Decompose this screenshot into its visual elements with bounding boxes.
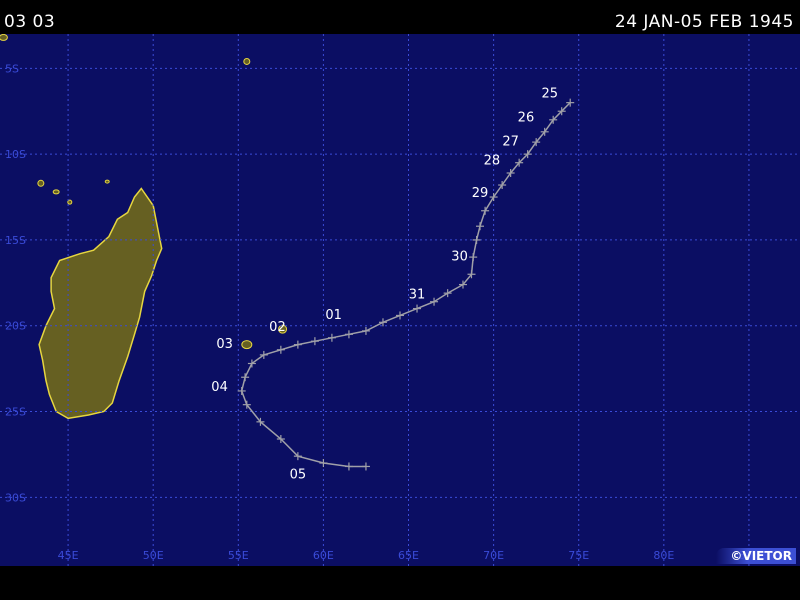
glorioso-island — [104, 179, 110, 184]
reunion-island — [241, 340, 253, 350]
lon-label: 55E — [228, 549, 249, 562]
comoros-island — [52, 189, 60, 195]
lat-label: 10S — [5, 148, 26, 161]
day-label: 28 — [484, 153, 501, 168]
day-label: 31 — [409, 287, 426, 302]
lon-label: 50E — [143, 549, 164, 562]
day-label: 25 — [542, 86, 559, 101]
credit-badge: ©VIETOR — [716, 548, 796, 564]
day-label: 03 — [216, 337, 233, 352]
day-label: 29 — [472, 186, 489, 201]
day-label: 02 — [269, 320, 286, 335]
day-label: 30 — [451, 250, 468, 265]
lon-label: 80E — [653, 549, 674, 562]
date-range-label: 24 JAN-05 FEB 1945 — [614, 12, 794, 32]
lat-label: 25S — [5, 406, 26, 419]
lon-label: 60E — [313, 549, 334, 562]
storm-id-label: 03 03 — [4, 12, 56, 32]
day-label: 04 — [211, 380, 228, 395]
day-label: 26 — [518, 111, 535, 126]
day-label: 05 — [290, 467, 307, 482]
lat-label: 5S — [5, 62, 19, 75]
lon-label: 75E — [568, 549, 589, 562]
lon-label: 45E — [58, 549, 79, 562]
day-label: 27 — [502, 135, 519, 150]
lon-label: 65E — [398, 549, 419, 562]
seychelles-island — [243, 57, 251, 65]
lat-label: 20S — [5, 320, 26, 333]
track-map[interactable]: 25 26 2728 29 30 31 01 02 03 04 05 5S 10S 15S 20S 25S 3… — [0, 34, 800, 566]
map-viewer: 03 03 24 JAN-05 FEB 1945 25 26 27 28 29 30 31 0… — [0, 0, 800, 600]
comoros-island — [37, 179, 45, 187]
lat-label: 15S — [5, 234, 26, 247]
day-label: 01 — [325, 308, 342, 323]
lat-label: 30S — [5, 491, 26, 504]
amirante-island — [0, 34, 8, 41]
lon-label: 70E — [483, 549, 504, 562]
